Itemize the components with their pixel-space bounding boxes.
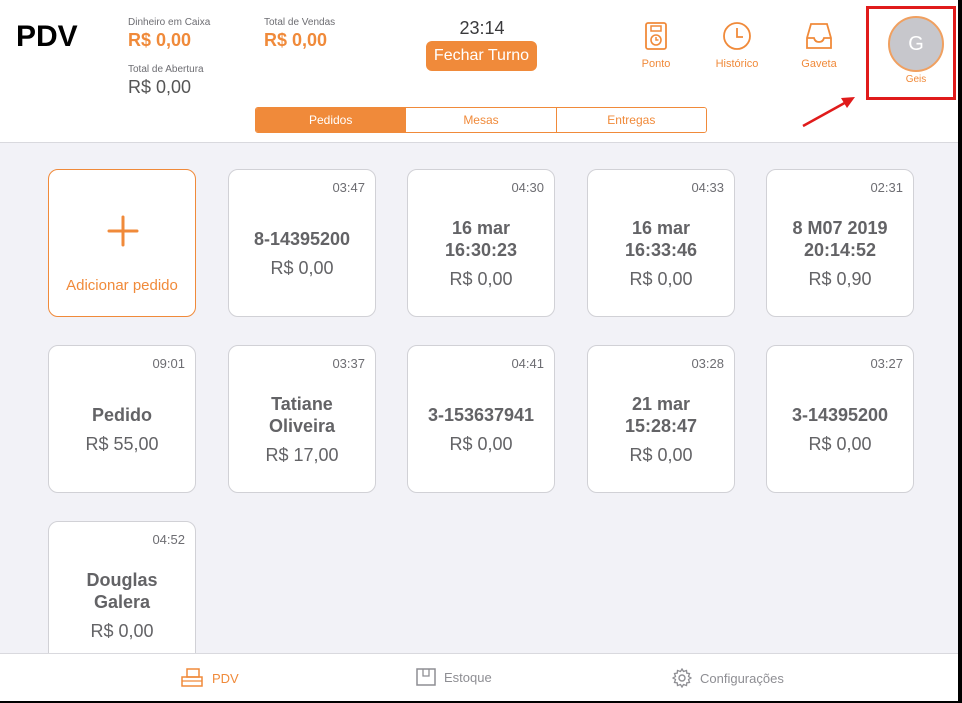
order-value: R$ 0,00 (808, 433, 872, 454)
order-time: 03:47 (332, 180, 365, 195)
time-clock-icon (645, 22, 667, 50)
order-time: 03:37 (332, 356, 365, 371)
add-order-label: Adicionar pedido (66, 277, 178, 294)
drawer-icon (806, 23, 832, 49)
order-time: 04:52 (152, 532, 185, 547)
order-time: 02:31 (870, 180, 903, 195)
order-card[interactable]: 03:28 21 mar 15:28:47 R$ 0,00 (587, 345, 735, 493)
tab-configuracoes[interactable]: Configurações (672, 668, 784, 688)
tool-ponto-label: Ponto (641, 58, 671, 70)
sales-value: R$ 0,00 (264, 30, 328, 50)
order-card[interactable]: 04:52 Douglas Galera R$ 0,00 (48, 521, 196, 669)
order-title: 3-153637941 (427, 404, 535, 425)
tab-pdv-label: PDV (212, 670, 239, 686)
segment-pedidos[interactable]: Pedidos (256, 108, 407, 132)
plus-icon (107, 215, 139, 247)
order-card[interactable]: 09:01 Pedido R$ 55,00 (48, 345, 196, 493)
order-value: R$ 17,00 (265, 444, 339, 465)
segmented-control: Pedidos Mesas Entregas (255, 107, 707, 133)
highlight-box (866, 6, 956, 100)
clock: 23:14 (459, 18, 505, 38)
sales-stat: Total de Vendas R$ 0,00 (264, 17, 335, 51)
bottom-tabbar: PDV Estoque Configurações (0, 653, 958, 701)
segment-entregas[interactable]: Entregas (556, 108, 706, 132)
tool-gaveta-label: Gaveta (801, 58, 837, 70)
order-value: R$ 0,00 (270, 257, 334, 278)
order-value: R$ 0,00 (629, 268, 693, 289)
order-title: 21 mar 15:28:47 (624, 393, 698, 436)
sales-label: Total de Vendas (264, 17, 336, 28)
order-time: 04:33 (691, 180, 724, 195)
order-value: R$ 55,00 (85, 433, 159, 454)
opening-stat: Total de Abertura R$ 0,00 (128, 64, 204, 98)
header: PDV Dinheiro em Caixa R$ 0,00 Total de V… (0, 0, 958, 143)
order-card[interactable]: 03:47 8-14395200 R$ 0,00 (228, 169, 376, 317)
order-title: 16 mar 16:33:46 (624, 217, 698, 260)
order-value: R$ 0,90 (808, 268, 872, 289)
tab-configuracoes-label: Configurações (700, 670, 784, 686)
cash-label: Dinheiro em Caixa (128, 17, 211, 28)
app-title: PDV (16, 20, 78, 53)
close-shift-button[interactable]: Fechar Turno (426, 41, 537, 71)
order-title: 8 M07 2019 20:14:52 (792, 217, 888, 260)
tool-historico[interactable]: Histórico (702, 20, 772, 70)
order-card[interactable]: 03:37 Tatiane Oliveira R$ 17,00 (228, 345, 376, 493)
register-icon (181, 668, 203, 687)
order-value: R$ 0,00 (449, 268, 513, 289)
opening-label: Total de Abertura (128, 64, 204, 75)
tab-pdv[interactable]: PDV (180, 668, 239, 688)
order-time: 03:28 (691, 356, 724, 371)
order-title: Douglas Galera (86, 569, 158, 612)
app-window: PDV Dinheiro em Caixa R$ 0,00 Total de V… (0, 0, 960, 703)
order-card[interactable]: 04:33 16 mar 16:33:46 R$ 0,00 (587, 169, 735, 317)
order-card[interactable]: 04:30 16 mar 16:30:23 R$ 0,00 (407, 169, 555, 317)
cash-stat: Dinheiro em Caixa R$ 0,00 (128, 17, 210, 51)
order-time: 03:27 (870, 356, 903, 371)
tool-ponto[interactable]: Ponto (621, 20, 691, 70)
annotation-arrow (802, 97, 855, 128)
order-time: 04:30 (511, 180, 544, 195)
order-title: Pedido (91, 404, 152, 425)
order-value: R$ 0,00 (449, 433, 513, 454)
order-title: 16 mar 16:30:23 (444, 217, 518, 260)
order-title: Tatiane Oliveira (268, 393, 336, 436)
order-card[interactable]: 03:27 3-14395200 R$ 0,00 (766, 345, 914, 493)
order-title: 3-14395200 (791, 404, 889, 425)
gear-icon (672, 668, 692, 688)
order-title: 8-14395200 (253, 228, 351, 249)
order-card[interactable]: 02:31 8 M07 2019 20:14:52 R$ 0,90 (766, 169, 914, 317)
segment-mesas[interactable]: Mesas (406, 108, 557, 132)
add-order-card[interactable]: Adicionar pedido (48, 169, 196, 317)
order-time: 09:01 (152, 356, 185, 371)
tool-gaveta[interactable]: Gaveta (784, 20, 854, 70)
cash-value: R$ 0,00 (128, 30, 192, 50)
clock-icon (723, 22, 751, 50)
tab-estoque-label: Estoque (444, 669, 492, 685)
order-value: R$ 0,00 (90, 620, 154, 641)
order-value: R$ 0,00 (629, 444, 693, 465)
stock-icon (416, 668, 436, 686)
opening-value: R$ 0,00 (128, 77, 192, 97)
order-time: 04:41 (511, 356, 544, 371)
tab-estoque[interactable]: Estoque (416, 668, 492, 686)
tool-historico-label: Histórico (715, 58, 759, 70)
order-card[interactable]: 04:41 3-153637941 R$ 0,00 (407, 345, 555, 493)
